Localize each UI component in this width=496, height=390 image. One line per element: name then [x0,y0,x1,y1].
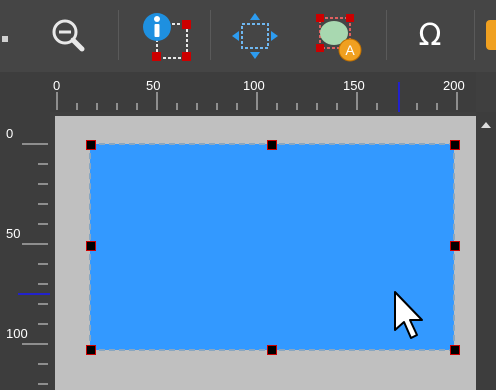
resize-handle-top-left[interactable] [86,140,96,150]
vertical-ruler-ticks [18,143,50,385]
ruler-top-label: 100 [243,78,265,93]
toolbar-separator [474,10,475,60]
resize-handle-top-right[interactable] [450,140,460,150]
resize-handle-bottom-left[interactable] [86,345,96,355]
resize-handle-middle-right[interactable] [450,241,460,251]
toolbar: A Ω [0,0,496,72]
toolbar-separator [386,10,387,60]
toolbar-separator [118,10,119,60]
scroll-up-arrow-icon[interactable] [481,122,491,128]
resize-handle-top-center[interactable] [267,140,277,150]
resize-handle-bottom-center[interactable] [267,345,277,355]
toolbar-edge-mark [2,36,8,42]
omega-icon: Ω [418,18,442,53]
ruler-top-label: 0 [53,78,61,93]
ruler-top-label: 200 [443,78,465,93]
ruler-left-label: 100 [6,326,28,341]
info-selection-icon [142,13,191,61]
vertical-scrollbar[interactable] [476,112,496,390]
resize-handle-bottom-right[interactable] [450,345,460,355]
auto-fit-badge: A [345,42,355,58]
mouse-pointer-icon [394,291,423,339]
move-arrows-icon [232,13,278,59]
overflow-button[interactable] [486,20,496,50]
ruler-top-label: 150 [343,78,365,93]
horizontal-ruler[interactable]: 0 50 100 150 200 [0,72,476,112]
horizontal-ruler-ticks [56,82,458,112]
resize-handle-middle-left[interactable] [86,241,96,251]
ruler-left-label: 0 [6,126,14,141]
design-canvas[interactable] [55,116,480,390]
ruler-top-label: 50 [146,78,161,93]
object-info-button[interactable] [132,0,197,72]
move-selection-button[interactable] [225,0,285,72]
auto-fit-button[interactable]: A [300,0,372,72]
insert-symbol-button[interactable]: Ω [400,0,460,72]
ruler-left-label: 50 [6,226,21,241]
toolbar-separator [210,10,211,60]
vertical-ruler[interactable]: 0 50 100 [0,112,50,390]
auto-shape-icon: A [316,14,362,62]
zoom-out-button[interactable] [38,0,98,72]
zoom-out-icon [52,19,85,52]
